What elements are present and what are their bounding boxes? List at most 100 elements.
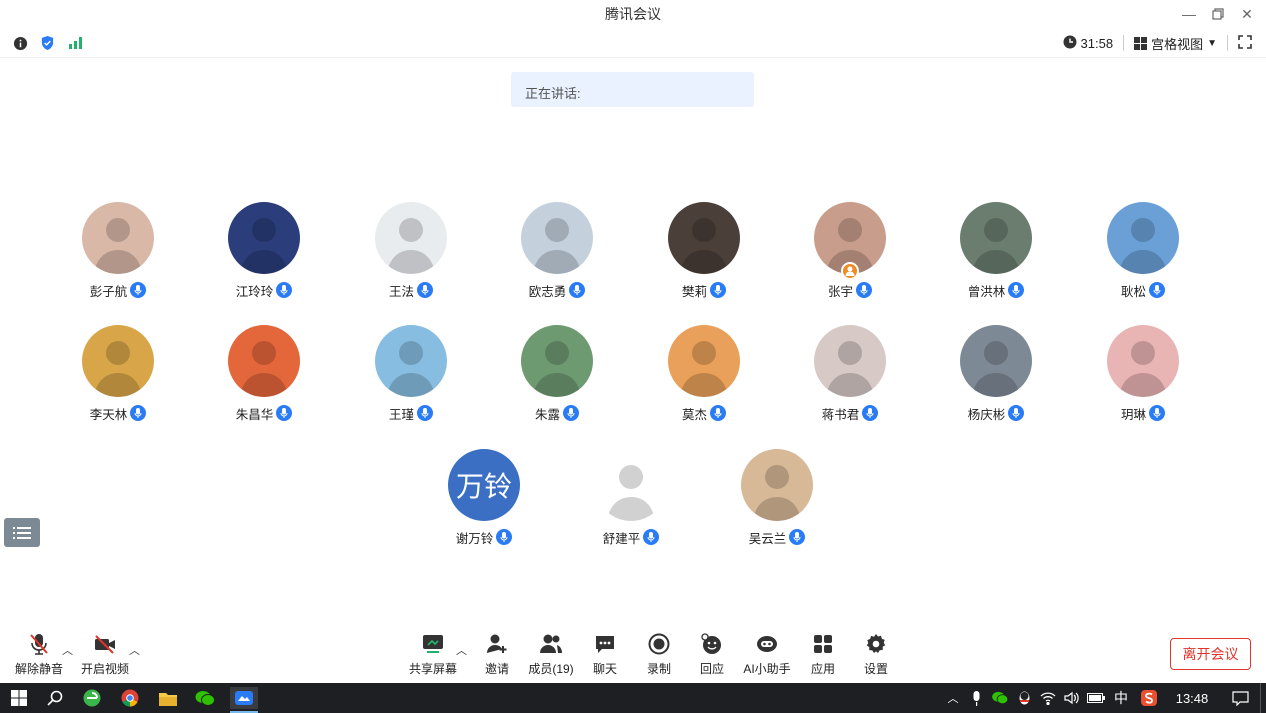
participant-tile[interactable]: 杨庆彬 xyxy=(926,325,1066,422)
members-button[interactable]: 成员(19) xyxy=(521,632,581,677)
avatar xyxy=(668,202,740,274)
share-screen-label: 共享屏幕 xyxy=(408,662,457,676)
participant-name-row: 朱露 xyxy=(487,404,627,422)
tray-mic-icon[interactable] xyxy=(964,690,988,706)
share-screen-button[interactable]: 共享屏幕 xyxy=(403,632,463,677)
participant-name-row: 张宇 xyxy=(780,281,920,299)
unmute-button[interactable]: 解除静音 xyxy=(9,632,69,677)
participant-tile[interactable]: 莫杰 xyxy=(634,325,774,422)
members-icon xyxy=(538,632,564,656)
avatar-photo-placeholder xyxy=(607,465,655,521)
ime-indicator[interactable]: 中 xyxy=(1108,688,1134,708)
notification-icon[interactable] xyxy=(1220,690,1260,706)
participant-name-row: 王瑾 xyxy=(341,404,481,422)
participant-tile[interactable]: 玥琳 xyxy=(1073,325,1213,422)
invite-label: 邀请 xyxy=(484,662,509,676)
leave-meeting-button[interactable]: 离开会议 xyxy=(1170,638,1251,670)
participant-tile[interactable]: 张宇 xyxy=(780,202,920,299)
share-options-chevron-icon[interactable]: ︿ xyxy=(456,642,467,658)
participant-grid: 彭子航 江玲玲 王法 欧志勇 樊莉 张宇 曾洪林 耿松李天林 朱昌华 王瑾 朱露 莫杰 蒋书君 杨庆彬 玥琳… xyxy=(0,0,1266,683)
chat-button[interactable]: 聊天 xyxy=(575,632,635,677)
record-label: 录制 xyxy=(646,662,671,676)
tray-wechat-icon[interactable] xyxy=(988,691,1012,705)
participant-name-row: 莫杰 xyxy=(634,404,774,422)
gear-icon xyxy=(863,632,889,656)
mic-status-icon xyxy=(1149,405,1165,421)
avatar xyxy=(228,202,300,274)
invite-button[interactable]: 邀请 xyxy=(467,632,527,677)
tray-qq-icon[interactable] xyxy=(1012,690,1036,706)
tencent-meeting-taskbar-icon[interactable] xyxy=(230,687,258,709)
file-explorer-icon[interactable] xyxy=(156,687,180,709)
avatar xyxy=(375,202,447,274)
sogou-input-icon[interactable] xyxy=(1134,690,1164,706)
participant-name-row: 舒建平 xyxy=(561,528,701,546)
volume-icon[interactable] xyxy=(1060,691,1084,705)
browser-360-icon[interactable] xyxy=(80,687,104,709)
reaction-icon xyxy=(699,632,725,656)
participant-tile[interactable]: 蒋书君 xyxy=(780,325,920,422)
participant-tile[interactable]: 万铃 谢万铃 xyxy=(414,449,554,546)
participant-tile[interactable]: 吴云兰 xyxy=(707,449,847,546)
wifi-icon[interactable] xyxy=(1036,691,1060,705)
search-icon[interactable] xyxy=(43,687,67,709)
record-button[interactable]: 录制 xyxy=(629,632,689,677)
participant-tile[interactable]: 朱昌华 xyxy=(194,325,334,422)
participant-name: 欧志勇 xyxy=(528,284,567,299)
taskbar-clock[interactable]: 13:48 xyxy=(1164,691,1220,706)
list-icon xyxy=(13,526,31,539)
avatar xyxy=(595,449,667,521)
avatar xyxy=(960,325,1032,397)
participant-name: 彭子航 xyxy=(89,284,128,299)
members-label: 成员(19) xyxy=(528,662,574,676)
battery-icon[interactable] xyxy=(1084,693,1108,703)
participant-name-row: 杨庆彬 xyxy=(926,404,1066,422)
participant-name: 王瑾 xyxy=(388,407,414,422)
participant-tile[interactable]: 樊莉 xyxy=(634,202,774,299)
show-desktop-button[interactable] xyxy=(1260,683,1266,713)
wechat-icon[interactable] xyxy=(193,687,217,709)
avatar-initials: 万铃 xyxy=(455,471,512,502)
participant-tile[interactable]: 朱露 xyxy=(487,325,627,422)
chrome-icon[interactable] xyxy=(118,687,142,709)
participant-name-row: 李天林 xyxy=(48,404,188,422)
avatar xyxy=(1107,325,1179,397)
windows-start-icon[interactable] xyxy=(7,687,31,709)
video-options-chevron-icon[interactable]: ︿ xyxy=(129,642,140,658)
participant-name-row: 朱昌华 xyxy=(194,404,334,422)
mic-status-icon xyxy=(1008,405,1025,421)
apps-button[interactable]: 应用 xyxy=(793,632,853,677)
host-badge-icon xyxy=(841,262,859,280)
participant-tile[interactable]: 王瑾 xyxy=(341,325,481,422)
settings-button[interactable]: 设置 xyxy=(846,632,906,677)
participant-tile[interactable]: 曾洪林 xyxy=(926,202,1066,299)
mic-status-icon xyxy=(862,405,879,421)
participant-tile[interactable]: 彭子航 xyxy=(48,202,188,299)
participant-tile[interactable]: 耿松 xyxy=(1073,202,1213,299)
mic-status-icon xyxy=(417,405,433,421)
tray-expand-icon[interactable]: ︿ xyxy=(942,690,964,706)
mute-options-chevron-icon[interactable]: ︿ xyxy=(62,642,73,658)
participant-tile[interactable]: 王法 xyxy=(341,202,481,299)
participant-name: 朱昌华 xyxy=(235,407,274,422)
mic-status-icon xyxy=(130,405,147,421)
start-video-button[interactable]: 开启视频 xyxy=(75,632,135,677)
participant-name: 朱露 xyxy=(534,407,560,422)
participant-tile[interactable]: 舒建平 xyxy=(561,449,701,546)
avatar xyxy=(741,449,813,521)
reaction-button[interactable]: 回应 xyxy=(682,632,742,677)
avatar-photo-placeholder xyxy=(972,218,1020,274)
participant-name: 张宇 xyxy=(827,284,853,299)
mic-status-icon xyxy=(856,282,872,298)
avatar xyxy=(960,202,1032,274)
participant-tile[interactable]: 江玲玲 xyxy=(194,202,334,299)
participant-tile[interactable]: 李天林 xyxy=(48,325,188,422)
ai-assistant-button[interactable]: AI小助手 xyxy=(737,632,797,677)
chat-bubble-icon xyxy=(592,632,618,656)
participant-list-toggle[interactable] xyxy=(4,518,40,547)
apps-grid-icon xyxy=(810,632,836,656)
participant-tile[interactable]: 欧志勇 xyxy=(487,202,627,299)
meeting-window: 腾讯会议 — ✕ 31:58 宫格视图 ▼ 正在讲话: 彭子航 江玲玲 王法 欧… xyxy=(0,0,1266,683)
avatar xyxy=(814,325,886,397)
avatar xyxy=(521,325,593,397)
